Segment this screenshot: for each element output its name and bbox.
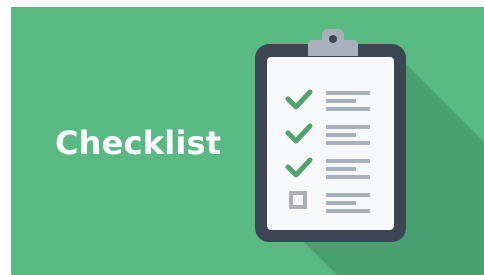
item-line xyxy=(326,91,370,95)
item-line xyxy=(326,175,370,179)
item-line xyxy=(326,201,356,205)
item-line xyxy=(326,209,370,213)
item-line xyxy=(326,167,356,171)
checklist-banner: Checklist xyxy=(11,7,484,275)
banner-title: Checklist xyxy=(55,124,222,162)
item-line xyxy=(326,141,370,145)
item-line xyxy=(326,133,356,137)
item-line xyxy=(326,125,370,129)
clip-hole xyxy=(329,35,337,43)
item-line xyxy=(326,193,370,197)
clipboard-icon xyxy=(255,29,406,242)
item-line xyxy=(326,99,356,103)
item-line xyxy=(326,159,370,163)
item-line xyxy=(326,107,370,111)
